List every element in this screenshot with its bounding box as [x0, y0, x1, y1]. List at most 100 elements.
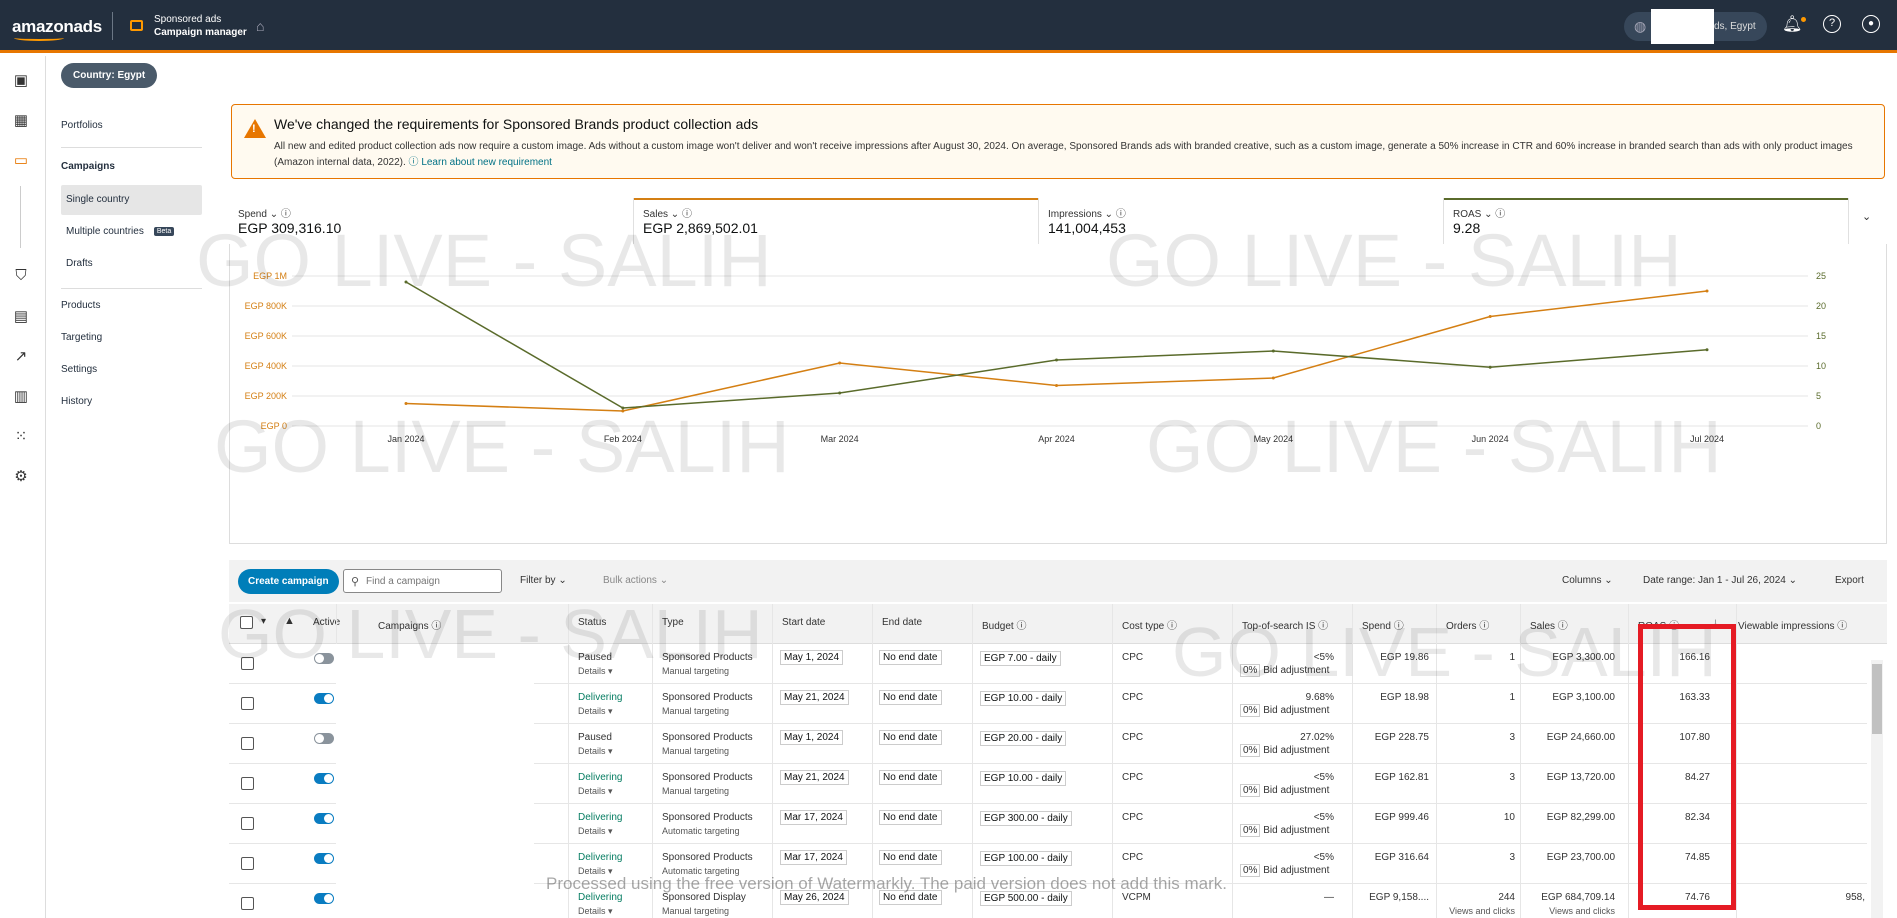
bid-adjustment[interactable]: 0% Bid adjustment: [1240, 864, 1329, 877]
row-checkbox[interactable]: [241, 697, 254, 710]
budget-field[interactable]: EGP 10.00 - daily: [980, 771, 1067, 786]
table-scrollbar[interactable]: [1871, 660, 1883, 918]
briefcase-icon[interactable]: ▣: [10, 71, 32, 93]
row-checkbox[interactable]: [241, 737, 254, 750]
create-campaign-button[interactable]: Create campaign: [238, 569, 339, 594]
details-dropdown[interactable]: Details ▾: [578, 706, 613, 717]
row-checkbox[interactable]: [241, 897, 254, 910]
header-budget[interactable]: Budget ⓘ: [982, 617, 1026, 632]
country-selector[interactable]: Country: Egypt: [61, 63, 158, 88]
nav-targeting[interactable]: Targeting: [61, 332, 102, 343]
nav-drafts[interactable]: Drafts: [66, 258, 93, 269]
details-dropdown[interactable]: Details ▾: [578, 666, 613, 677]
apps-grid-icon[interactable]: ⁙: [10, 427, 32, 449]
start-date-field[interactable]: Mar 17, 2024: [780, 850, 847, 865]
active-toggle[interactable]: [314, 853, 334, 864]
dashboard-icon[interactable]: ▦: [10, 111, 32, 133]
budget-field[interactable]: EGP 10.00 - daily: [980, 691, 1067, 706]
budget-field[interactable]: EGP 20.00 - daily: [980, 731, 1067, 746]
active-toggle[interactable]: [314, 693, 334, 704]
chevron-down-icon[interactable]: ▾: [261, 616, 266, 627]
details-dropdown[interactable]: Details ▾: [578, 786, 613, 797]
nav-portfolios[interactable]: Portfolios: [61, 120, 103, 131]
bid-adjustment-value[interactable]: 0%: [1240, 744, 1261, 757]
metric-sales[interactable]: Sales ⌄ ⓘ EGP 2,869,502.01: [634, 198, 1039, 244]
row-checkbox[interactable]: [241, 657, 254, 670]
row-checkbox[interactable]: [241, 817, 254, 830]
bar-chart-icon[interactable]: ▥: [10, 387, 32, 409]
header-end-date[interactable]: End date: [882, 617, 922, 628]
header-spend[interactable]: Spend ⓘ: [1362, 617, 1404, 632]
budget-field[interactable]: EGP 7.00 - daily: [980, 651, 1061, 666]
details-dropdown[interactable]: Details ▾: [578, 906, 613, 917]
bid-adjustment-value[interactable]: 0%: [1240, 824, 1261, 837]
bell-icon[interactable]: 🔔︎: [1782, 14, 1802, 34]
header-type[interactable]: Type: [662, 617, 684, 628]
bid-adjustment-value[interactable]: 0%: [1240, 704, 1261, 717]
start-date-field[interactable]: May 1, 2024: [780, 650, 844, 665]
select-all-checkbox[interactable]: [240, 616, 253, 629]
bid-adjustment[interactable]: 0% Bid adjustment: [1240, 744, 1329, 757]
search-input[interactable]: [366, 574, 496, 589]
active-toggle[interactable]: [314, 813, 334, 824]
bid-adjustment[interactable]: 0% Bid adjustment: [1240, 704, 1329, 717]
budget-field[interactable]: EGP 100.00 - daily: [980, 851, 1072, 866]
end-date-field[interactable]: No end date: [879, 730, 942, 745]
bid-adjustment-value[interactable]: 0%: [1240, 784, 1261, 797]
user-icon[interactable]: ●: [1862, 15, 1880, 33]
header-top-of-search[interactable]: Top-of-search IS ⓘ: [1242, 617, 1328, 632]
header-sales[interactable]: Sales ⓘ: [1530, 617, 1568, 632]
nav-single-country[interactable]: Single country: [66, 194, 129, 205]
header-start-date[interactable]: Start date: [782, 617, 825, 628]
bid-adjustment-value[interactable]: 0%: [1240, 664, 1261, 677]
start-date-field[interactable]: May 1, 2024: [780, 730, 844, 745]
active-toggle[interactable]: [314, 773, 334, 784]
row-checkbox[interactable]: [241, 777, 254, 790]
account-switcher[interactable]: ◍ ds, Egypt: [1624, 9, 1767, 44]
amazon-ads-logo[interactable]: amazonads: [12, 17, 102, 37]
bulk-actions-dropdown[interactable]: Bulk actions ⌄: [603, 575, 668, 586]
header-campaigns[interactable]: Campaigns ⓘ: [378, 617, 441, 632]
end-date-field[interactable]: No end date: [879, 850, 942, 865]
details-dropdown[interactable]: Details ▾: [578, 746, 613, 757]
details-dropdown[interactable]: Details ▾: [578, 826, 613, 837]
row-checkbox[interactable]: [241, 857, 254, 870]
home-icon[interactable]: ⌂: [256, 18, 264, 34]
end-date-field[interactable]: No end date: [879, 770, 942, 785]
metric-impressions[interactable]: Impressions ⌄ ⓘ 141,004,453: [1039, 198, 1444, 244]
start-date-field[interactable]: May 21, 2024: [780, 690, 849, 705]
gear-icon[interactable]: ⚙: [10, 467, 32, 489]
active-toggle[interactable]: [314, 733, 334, 744]
header-orders[interactable]: Orders ⓘ: [1446, 617, 1489, 632]
metric-spend[interactable]: Spend ⌄ ⓘ EGP 309,316.10: [229, 198, 634, 244]
nav-campaigns[interactable]: Campaigns: [61, 161, 115, 172]
budget-field[interactable]: EGP 300.00 - daily: [980, 811, 1072, 826]
help-icon[interactable]: ?: [1823, 15, 1841, 33]
header-status[interactable]: Status: [578, 617, 606, 628]
bid-adjustment-value[interactable]: 0%: [1240, 864, 1261, 877]
learn-more-link[interactable]: Learn about new requirement: [421, 157, 552, 168]
start-date-field[interactable]: Mar 17, 2024: [780, 810, 847, 825]
header-cost-type[interactable]: Cost type ⓘ: [1122, 617, 1177, 632]
bid-adjustment[interactable]: 0% Bid adjustment: [1240, 664, 1329, 677]
active-toggle[interactable]: [314, 893, 334, 904]
trend-icon[interactable]: ↗: [10, 347, 32, 369]
end-date-field[interactable]: No end date: [879, 810, 942, 825]
nav-multiple-countries[interactable]: Multiple countries Beta: [66, 226, 175, 237]
nav-settings[interactable]: Settings: [61, 364, 97, 375]
active-toggle[interactable]: [314, 653, 334, 664]
date-range-dropdown[interactable]: Date range: Jan 1 - Jul 26, 2024 ⌄: [1643, 575, 1797, 586]
export-button[interactable]: Export: [1835, 575, 1864, 586]
nav-history[interactable]: History: [61, 396, 92, 407]
media-icon[interactable]: ▤: [10, 307, 32, 329]
campaigns-icon[interactable]: ▭: [10, 151, 32, 173]
bid-adjustment[interactable]: 0% Bid adjustment: [1240, 784, 1329, 797]
filter-dropdown[interactable]: Filter by ⌄: [520, 575, 567, 586]
columns-dropdown[interactable]: Columns ⌄: [1562, 575, 1613, 586]
scrollbar-thumb[interactable]: [1872, 664, 1882, 734]
metric-roas[interactable]: ROAS ⌄ ⓘ 9.28: [1444, 198, 1849, 244]
end-date-field[interactable]: No end date: [879, 690, 942, 705]
end-date-field[interactable]: No end date: [879, 650, 942, 665]
bid-adjustment[interactable]: 0% Bid adjustment: [1240, 824, 1329, 837]
nav-products[interactable]: Products: [61, 300, 100, 311]
